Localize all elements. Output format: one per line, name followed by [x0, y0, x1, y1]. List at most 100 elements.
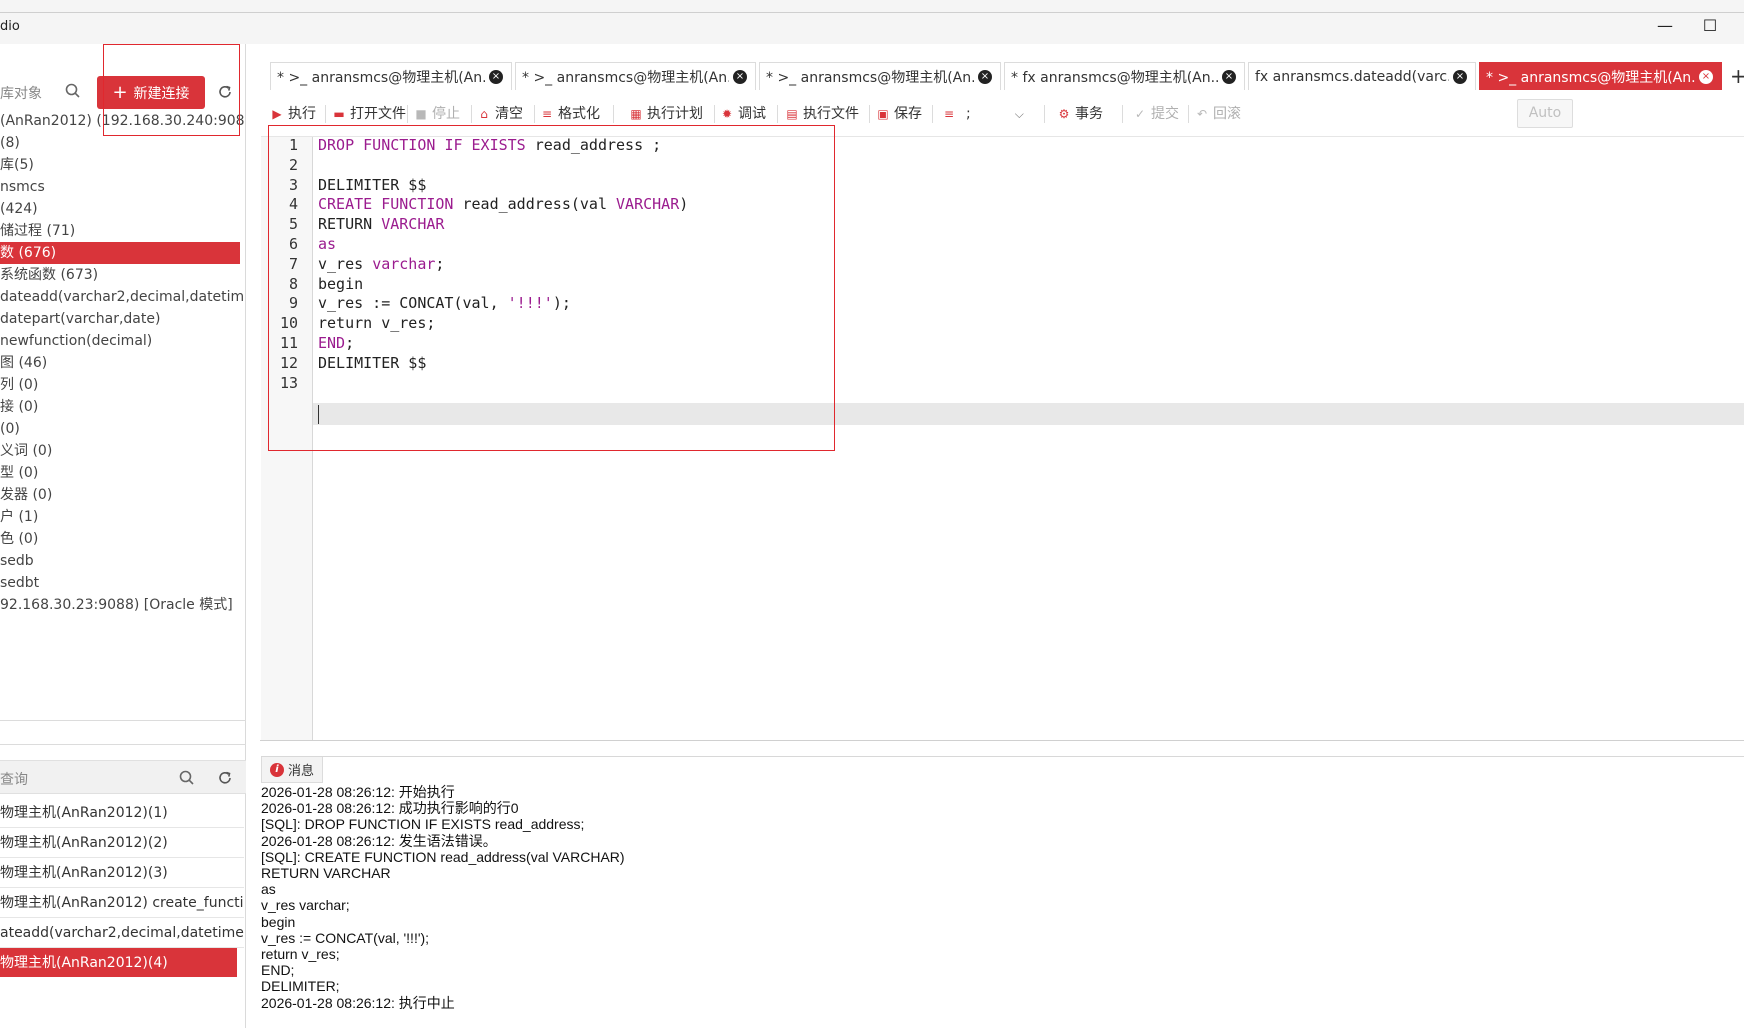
query-list-item[interactable]: 物理主机(AnRan2012)(4)	[0, 948, 237, 978]
add-tab-button[interactable]: +	[1730, 64, 1744, 88]
search-icon[interactable]	[178, 769, 196, 787]
commit-button[interactable]: ✓ 提交	[1133, 103, 1179, 125]
code-line: as	[318, 235, 337, 253]
object-search-input[interactable]: 库对象	[0, 83, 42, 103]
query-toolbar: 查询	[0, 760, 246, 794]
left-panel: 库对象 + 新建连接 (AnRan2012) (192.168.30.240:9…	[0, 44, 246, 1028]
query-list-item[interactable]: 物理主机(AnRan2012)(2)	[0, 828, 244, 858]
editor-tab[interactable]: fx anransmcs.dateadd(varc... ×	[1248, 62, 1476, 90]
debug-button[interactable]: ✹ 调试	[720, 103, 766, 125]
commit-label: 提交	[1151, 106, 1179, 122]
maximize-button[interactable]: ☐	[1700, 16, 1720, 36]
line-number: 1	[288, 136, 298, 154]
calendar-icon: ▦	[630, 107, 642, 121]
line-number: 5	[288, 215, 298, 234]
execute-file-label: 执行文件	[803, 106, 859, 122]
query-list-item[interactable]: 物理主机(AnRan2012) create_functic	[0, 888, 244, 918]
tree-item[interactable]: 型 (0)	[0, 462, 244, 484]
editor-tab[interactable]: * fx anransmcs@物理主机(An... ×	[1004, 62, 1245, 90]
execute-label: 执行	[288, 106, 316, 122]
line-number-gutter: 1 2 3 4 5 6 7 8 9 10 11 12 13	[261, 136, 313, 741]
code-line: RETURN VARCHAR	[318, 215, 445, 234]
line-number: 13	[279, 373, 298, 392]
execute-button[interactable]: ▶ 执行	[270, 103, 316, 125]
tree-item[interactable]: nsmcs	[0, 176, 244, 198]
delimiter-select[interactable]: ≡ ; ⌵	[942, 103, 1024, 125]
message-line: v_res varchar;	[261, 897, 350, 914]
plus-icon: +	[112, 81, 128, 103]
line-number: 7	[288, 254, 298, 273]
tree-item[interactable]: 系统函数 (673)	[0, 264, 244, 286]
transaction-button[interactable]: ⚙ 事务	[1057, 103, 1103, 125]
execution-plan-button[interactable]: ▦ 执行计划	[629, 103, 703, 125]
query-list-item[interactable]: ateadd(varchar2,decimal,datetime)@	[0, 918, 244, 948]
query-list-item[interactable]: 物理主机(AnRan2012)(1)	[0, 798, 244, 828]
close-icon[interactable]: ×	[1453, 69, 1467, 84]
close-icon[interactable]: ×	[1222, 69, 1236, 84]
tree-item[interactable]: 列 (0)	[0, 374, 244, 396]
line-number: 4	[288, 195, 298, 214]
close-icon[interactable]: ×	[489, 69, 503, 84]
refresh-icon[interactable]	[216, 83, 234, 101]
refresh-icon[interactable]	[216, 769, 234, 787]
close-icon[interactable]: ×	[978, 69, 992, 84]
sql-editor[interactable]: 1 2 3 4 5 6 7 8 9 10 11 12 13 DROP FUNCTION IF EXIST…	[261, 136, 1744, 741]
auto-commit-button[interactable]: Auto	[1517, 99, 1573, 128]
search-icon[interactable]	[64, 82, 82, 100]
minimize-button[interactable]: —	[1655, 16, 1675, 36]
new-connection-button[interactable]: + 新建连接	[97, 76, 205, 109]
editor-tab[interactable]: * >_ anransmcs@物理主机(An... ×	[759, 62, 1001, 90]
execute-file-button[interactable]: ▤ 执行文件	[785, 103, 859, 125]
tab-messages[interactable]: i 消息	[261, 757, 323, 783]
format-button[interactable]: ≡ 格式化	[540, 103, 600, 125]
tree-item[interactable]: 图 (46)	[0, 352, 244, 374]
tree-item[interactable]: 库(5)	[0, 154, 244, 176]
tree-item[interactable]: 数 (676)	[0, 242, 240, 264]
query-search-input[interactable]: 查询	[0, 769, 28, 789]
tree-item[interactable]: 92.168.30.23:9088) [Oracle 模式]	[0, 594, 244, 616]
tree-item[interactable]: dateadd(varchar2,decimal,datetime)	[0, 286, 244, 308]
tree-item[interactable]: 发器 (0)	[0, 484, 244, 506]
rollback-button[interactable]: ↶ 回滚	[1195, 103, 1241, 125]
toolbar-separator	[932, 105, 933, 123]
tree-item[interactable]: 储过程 (71)	[0, 220, 244, 242]
close-icon[interactable]: ×	[733, 69, 747, 84]
save-button[interactable]: ▣ 保存	[876, 103, 922, 125]
tree-item[interactable]: 义词 (0)	[0, 440, 244, 462]
tree-item[interactable]: newfunction(decimal)	[0, 330, 244, 352]
toolbar-separator	[714, 105, 715, 123]
tree-item[interactable]: sedbt	[0, 572, 244, 594]
stop-button[interactable]: ■ 停止	[414, 103, 460, 125]
editor-tab[interactable]: * >_ anransmcs@物理主机(An... ×	[515, 62, 756, 90]
tree-item[interactable]: datepart(varchar,date)	[0, 308, 244, 330]
tree-item[interactable]: 户 (1)	[0, 506, 244, 528]
tree-item[interactable]: (424)	[0, 198, 244, 220]
tree-item[interactable]: 接 (0)	[0, 396, 244, 418]
query-list-item[interactable]: 物理主机(AnRan2012)(3)	[0, 858, 244, 888]
line-number: 12	[279, 353, 298, 372]
delimiter-value: ;	[966, 106, 971, 122]
code-line: CREATE FUNCTION read_address(val VARCHAR…	[318, 195, 689, 214]
open-file-button[interactable]: ▬ 打开文件	[332, 103, 406, 125]
tree-item[interactable]: (8)	[0, 132, 244, 154]
close-icon[interactable]: ×	[1699, 69, 1713, 84]
clear-button[interactable]: ⌂ 清空	[477, 103, 523, 125]
object-tree: (AnRan2012) (192.168.30.240:9088) (8) 库(5)…	[0, 110, 244, 616]
editor-tab[interactable]: * >_ anransmcs@物理主机(An... ×	[270, 62, 512, 90]
code-line: v_res := CONCAT(val, '!!!');	[318, 294, 571, 313]
editor-tab[interactable]: * >_ anransmcs@物理主机(An... ×	[1479, 62, 1722, 90]
messages-panel: i 消息 2026-01-28 08:26:12: 开始执行 2026-01-28…	[261, 756, 1744, 1028]
line-number: 10	[279, 314, 298, 333]
message-line: 2026-01-28 08:26:12: 执行中止	[261, 994, 455, 1011]
line-number: 11	[279, 334, 298, 352]
line-number: 8	[288, 274, 298, 293]
code-line: END;	[318, 334, 355, 352]
tree-item[interactable]: (AnRan2012) (192.168.30.240:9088)	[0, 110, 244, 132]
chevron-down-icon: ⌵	[1014, 107, 1024, 121]
save-icon: ▣	[877, 107, 889, 121]
tree-item[interactable]: (0)	[0, 418, 244, 440]
messages-tab-label: 消息	[287, 764, 314, 779]
tree-item[interactable]: 色 (0)	[0, 528, 244, 550]
message-line: [SQL]: DROP FUNCTION IF EXISTS read_addr…	[261, 816, 585, 833]
tree-item[interactable]: sedb	[0, 550, 244, 572]
